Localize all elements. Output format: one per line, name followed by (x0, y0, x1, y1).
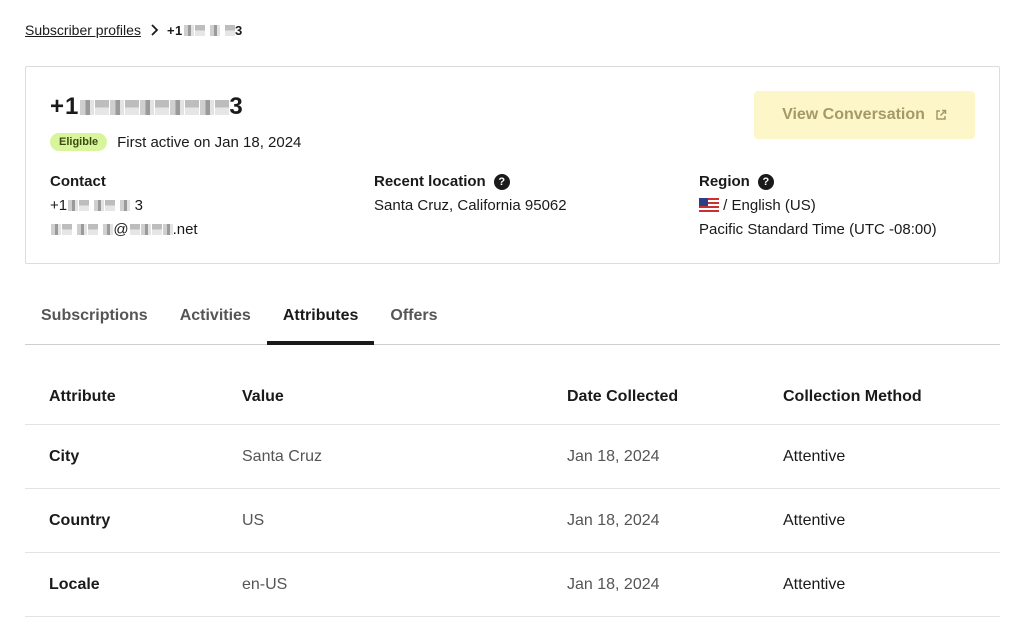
contact-label: Contact (50, 173, 106, 190)
breadcrumb-subscriber-profiles-link[interactable]: Subscriber profiles (25, 22, 141, 38)
redacted-pixels (88, 224, 99, 235)
tab-attributes[interactable]: Attributes (266, 296, 375, 345)
chevron-right-icon (151, 24, 159, 36)
attributes-table: Attribute Value Date Collected Collectio… (25, 370, 1000, 617)
redacted-pixels (151, 224, 162, 235)
profile-card: +1 3 Eligible First active on Jan 18, 202… (25, 66, 1000, 264)
redacted-pixels (129, 224, 140, 235)
redacted-pixels (125, 100, 140, 115)
recent-location-section: Recent location ? Santa Cruz, California… (374, 170, 567, 218)
header-date-collected[interactable]: Date Collected (567, 388, 783, 406)
cell-method: Attentive (783, 575, 846, 593)
cell-value: en-US (242, 575, 288, 593)
redacted-pixels (68, 200, 79, 211)
profile-tabs: Subscriptions Activities Attributes Offe… (25, 296, 1000, 345)
view-conversation-button[interactable]: View Conversation (754, 91, 975, 139)
contact-email[interactable]: @ .net (50, 218, 198, 242)
cell-method: Attentive (783, 447, 846, 465)
header-collection-method[interactable]: Collection Method (783, 388, 1000, 406)
redacted-pixels (194, 24, 205, 36)
redacted-pixels (110, 100, 125, 115)
contact-phone-prefix: +1 (50, 197, 68, 214)
redacted-pixels (79, 200, 90, 211)
external-link-icon (936, 109, 947, 120)
region-section: Region ? / English (US) Pacific Standard… (699, 170, 937, 242)
recent-location-label-text: Recent location (374, 173, 486, 190)
redacted-pixels (162, 224, 173, 235)
redacted-pixels (95, 100, 110, 115)
phone-suffix: 3 (229, 93, 244, 120)
cell-date: Jan 18, 2024 (567, 511, 660, 529)
recent-location-label: Recent location ? (374, 170, 567, 194)
question-circle-icon[interactable]: ? (757, 174, 774, 190)
phone-prefix: +1 (50, 93, 80, 120)
region-language-text: / English (US) (723, 197, 816, 214)
region-language: / English (US) (699, 194, 937, 218)
subscriber-profile-page: Subscriber profiles +1 3 +1 3 Eligible Fi… (0, 0, 1025, 618)
us-flag-icon (699, 198, 719, 212)
first-active-text: First active on Jan 18, 2024 (117, 133, 302, 151)
status-row: Eligible First active on Jan 18, 2024 (50, 133, 301, 151)
redacted-pixels (80, 100, 95, 115)
breadcrumb-phone-prefix: +1 (166, 22, 183, 38)
table-row: Country US Jan 18, 2024 Attentive (25, 489, 1000, 553)
cell-method: Attentive (783, 511, 846, 529)
header-value[interactable]: Value (242, 388, 567, 406)
breadcrumb-current: +1 3 (167, 23, 243, 38)
contact-phone-suffix: 3 (134, 197, 143, 214)
profile-phone-title: +1 3 (50, 93, 244, 121)
redacted-pixels (103, 224, 114, 235)
redacted-pixels (62, 224, 72, 235)
header-attribute[interactable]: Attribute (25, 388, 242, 406)
tab-subscriptions[interactable]: Subscriptions (25, 296, 164, 344)
redacted-pixels (185, 100, 200, 115)
cell-date: Jan 18, 2024 (567, 575, 660, 593)
redacted-pixels (140, 100, 155, 115)
contact-section: Contact +1 3 @ .net (50, 170, 198, 242)
region-timezone: Pacific Standard Time (UTC -08:00) (699, 221, 937, 238)
cell-attribute: City (49, 447, 80, 465)
region-label: Region ? (699, 170, 937, 194)
redacted-pixels (183, 24, 194, 36)
redacted-pixels (209, 24, 220, 36)
redacted-pixels (140, 224, 151, 235)
redacted-pixels (120, 200, 131, 211)
table-row: City Santa Cruz Jan 18, 2024 Attentive (25, 425, 1000, 489)
tab-activities[interactable]: Activities (164, 296, 267, 344)
contact-phone[interactable]: +1 3 (50, 194, 198, 218)
redacted-pixels (225, 24, 236, 36)
view-conversation-label: View Conversation (782, 106, 925, 123)
eligible-status-badge: Eligible (50, 133, 108, 151)
question-circle-icon[interactable]: ? (493, 174, 510, 190)
table-header-row: Attribute Value Date Collected Collectio… (25, 370, 1000, 425)
table-row: Locale en-US Jan 18, 2024 Attentive (25, 553, 1000, 617)
redacted-pixels (105, 200, 116, 211)
cell-attribute: Locale (49, 575, 100, 593)
breadcrumb: Subscriber profiles +1 3 (25, 22, 243, 38)
redacted-pixels (215, 100, 230, 115)
redacted-pixels (200, 100, 215, 115)
cell-value: US (242, 511, 265, 529)
tab-offers[interactable]: Offers (374, 296, 453, 344)
email-at: @ (113, 221, 129, 238)
recent-location-value: Santa Cruz, California 95062 (374, 197, 567, 214)
cell-date: Jan 18, 2024 (567, 447, 660, 465)
cell-attribute: Country (49, 511, 111, 529)
redacted-pixels (170, 100, 185, 115)
redacted-pixels (77, 224, 88, 235)
redacted-pixels (51, 224, 61, 235)
region-label-text: Region (699, 173, 750, 190)
redacted-pixels (94, 200, 105, 211)
cell-value: Santa Cruz (242, 447, 323, 465)
email-suffix: .net (172, 221, 198, 238)
breadcrumb-phone-suffix: 3 (235, 22, 243, 38)
redacted-pixels (155, 100, 170, 115)
